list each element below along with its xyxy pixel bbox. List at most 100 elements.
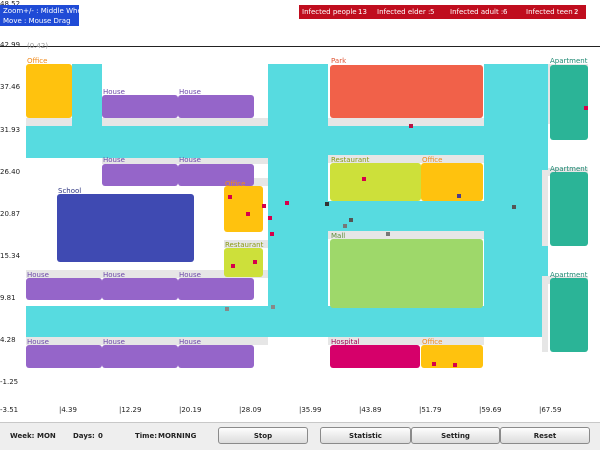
y-tick-label: 42.99 (0, 41, 21, 49)
hospital-building[interactable] (330, 345, 420, 368)
infected-teen-value: 2 (574, 8, 579, 16)
house-building[interactable] (178, 95, 254, 118)
infected-elder-value: 5 (430, 8, 435, 16)
house-building[interactable] (26, 345, 102, 368)
x-tick-label: |12.29 (119, 406, 142, 414)
zoom-hint: Zoom+/- : Middle Wheel (3, 7, 89, 15)
restaurant-label: Restaurant (331, 156, 370, 164)
house-label: House (179, 156, 201, 164)
house-building[interactable] (102, 345, 178, 368)
office-building[interactable] (421, 163, 483, 201)
person-marker (262, 204, 266, 208)
y-tick-label: 26.40 (0, 168, 21, 176)
house-building[interactable] (178, 345, 254, 368)
y-tick-label: 15.34 (0, 252, 21, 260)
person-marker (325, 202, 329, 206)
hospital-label: Hospital (331, 338, 360, 346)
restaurant-label: Restaurant (225, 241, 264, 249)
person-marker (225, 307, 229, 311)
x-tick-label: |43.89 (359, 406, 382, 414)
house-label: House (103, 88, 125, 96)
y-tick-label: 37.46 (0, 83, 21, 91)
stop-button[interactable]: Stop (218, 427, 308, 444)
person-marker (457, 194, 461, 198)
office-building[interactable] (224, 186, 263, 232)
person-marker (512, 205, 516, 209)
school-label: School (58, 187, 82, 195)
sidewalk (26, 118, 72, 126)
house-label: House (27, 271, 49, 279)
road (26, 306, 548, 337)
house-label: House (103, 271, 125, 279)
mall-label: Mall (331, 232, 346, 240)
x-tick-label: |4.39 (59, 406, 77, 414)
move-hint: Move : Mouse Drag (3, 17, 71, 25)
infected-elder-label: Infected elder : (377, 8, 431, 16)
restaurant-building[interactable] (330, 163, 421, 201)
infected-teen-label: Infected teen : (526, 8, 578, 16)
week-label: Week: (10, 432, 35, 440)
person-marker (343, 224, 347, 228)
house-building[interactable] (102, 95, 178, 118)
time-value: MORNING (158, 432, 197, 440)
x-tick-label: |59.69 (479, 406, 502, 414)
house-building[interactable] (26, 278, 102, 300)
house-label: House (103, 338, 125, 346)
house-building[interactable] (178, 278, 254, 300)
person-marker (453, 363, 457, 367)
sidewalk (26, 337, 268, 345)
person-marker (285, 201, 289, 205)
person-marker (409, 124, 413, 128)
house-building[interactable] (102, 278, 178, 300)
y-tick-label: 4.28 (0, 336, 16, 344)
x-tick-label: |20.19 (179, 406, 202, 414)
setting-button[interactable]: Setting (411, 427, 500, 444)
road (484, 64, 548, 337)
road (268, 64, 328, 337)
control-bar: Week: MON Days: 0 Time: MORNING Stop Sta… (0, 422, 600, 450)
office-building[interactable] (26, 64, 72, 118)
infected-people-value: 13 (358, 8, 367, 16)
person-marker (432, 362, 436, 366)
apartment-building[interactable] (550, 65, 588, 140)
y-tick-label: -3.51 (0, 406, 19, 414)
person-marker (362, 177, 366, 181)
person-marker (349, 218, 353, 222)
infected-people-label: Infected people : (302, 8, 362, 16)
person-marker (231, 264, 235, 268)
sidewalk (102, 118, 268, 126)
statistic-button[interactable]: Statistic (320, 427, 411, 444)
apartment-label: Apartment (550, 57, 588, 65)
time-label: Time: (135, 432, 158, 440)
person-marker (268, 216, 272, 220)
person-marker (386, 232, 390, 236)
apartment-label: Apartment (550, 271, 588, 279)
person-marker (246, 212, 250, 216)
apartment-building[interactable] (550, 278, 588, 352)
house-label: House (103, 156, 125, 164)
park-building[interactable] (330, 65, 483, 118)
office-building[interactable] (421, 345, 483, 368)
office-label: Office (422, 156, 443, 164)
apartment-label: Apartment (550, 165, 588, 173)
infected-adult-value: 6 (503, 8, 508, 16)
school-building[interactable] (57, 194, 194, 262)
x-tick-label: |67.59 (539, 406, 562, 414)
infection-stats-bar: Infected people : 13 Infected elder : 5 … (299, 5, 586, 19)
restaurant-building[interactable] (224, 248, 263, 277)
x-tick-label: |51.79 (419, 406, 442, 414)
simulation-map[interactable]: Office House House Park Apartment House … (0, 0, 600, 422)
road (72, 64, 102, 158)
mall-building[interactable] (330, 239, 483, 308)
apartment-building[interactable] (550, 172, 588, 246)
sidewalk (542, 170, 548, 246)
sidewalk (542, 276, 548, 352)
person-marker (584, 106, 588, 110)
office-label: Office (422, 338, 443, 346)
house-label: House (179, 271, 201, 279)
sidewalk (328, 118, 484, 126)
reset-button[interactable]: Reset (500, 427, 590, 444)
y-tick-label: -1.25 (0, 378, 19, 386)
house-building[interactable] (102, 164, 178, 186)
y-tick-label: 9.81 (0, 294, 16, 302)
